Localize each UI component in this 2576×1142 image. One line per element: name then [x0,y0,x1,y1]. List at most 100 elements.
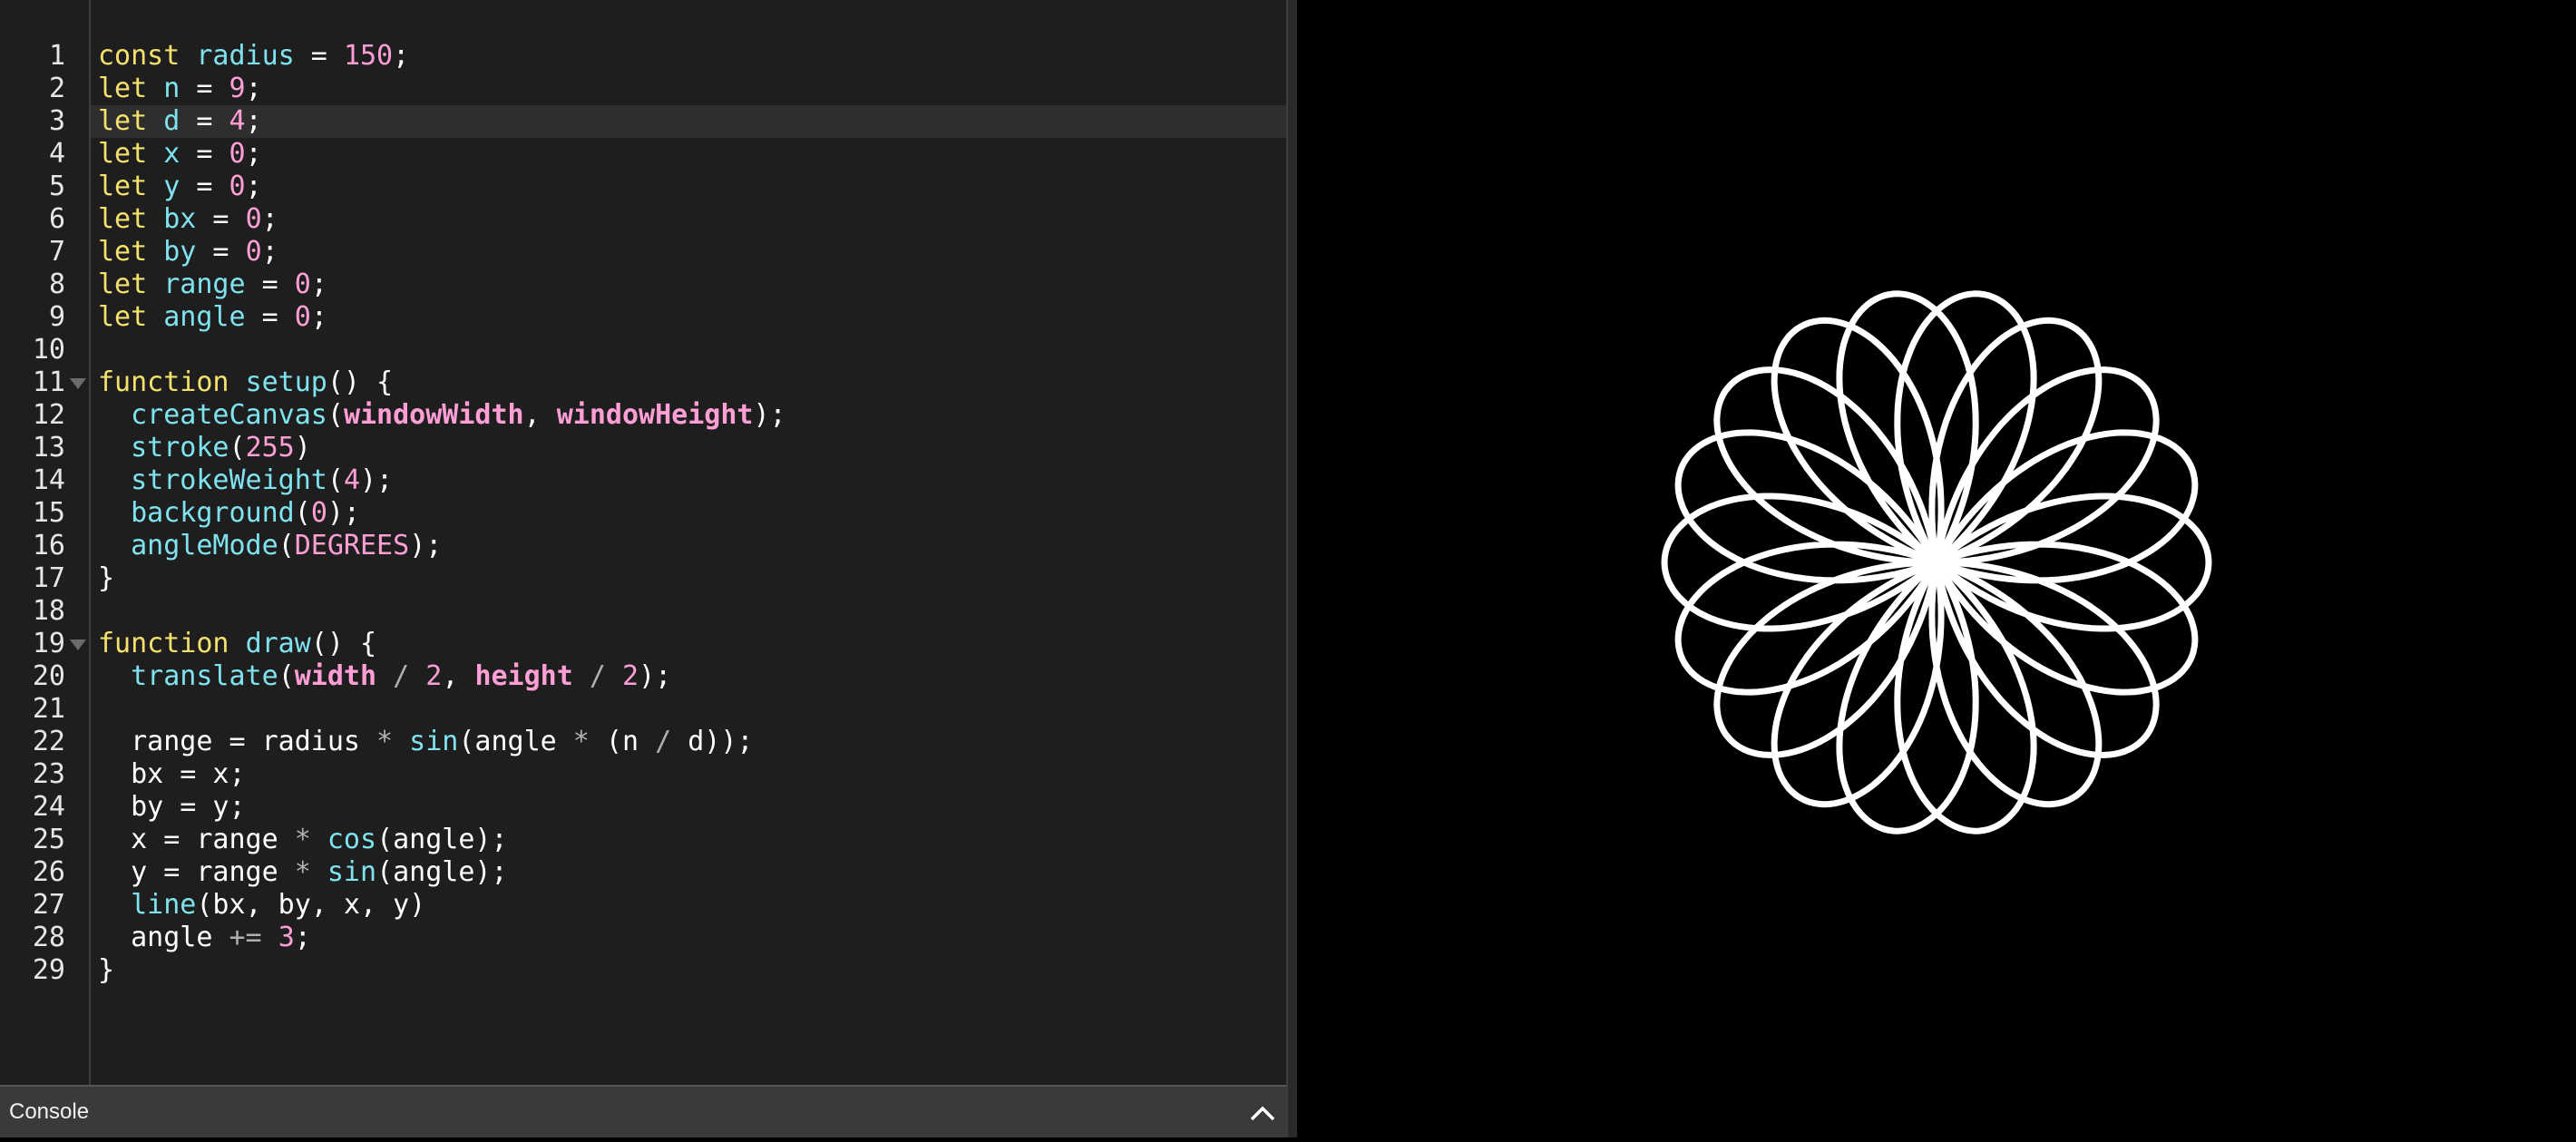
code-content[interactable]: const radius = 150; let n = 9; let d = 4… [98,40,786,987]
line-number: 1 [48,40,65,72]
chevron-up-icon[interactable] [1244,1099,1281,1127]
code-token: DEGREES [294,530,410,561]
code-token: 4 [343,464,360,496]
code-line[interactable]: let d = 4; [98,105,262,137]
code-token: function [98,366,229,398]
code-token: ; [245,171,262,202]
line-number: 23 [32,758,65,790]
code-token: ( [229,432,246,464]
code-token: windowWidth [343,399,524,431]
code-token: = [180,73,229,104]
line-number: 26 [32,856,65,888]
code-token: = [180,138,229,170]
code-token: ( [294,497,311,529]
code-line[interactable]: translate(width / 2, height / 2); [98,660,671,692]
code-line[interactable]: y = range * sin(angle); [98,856,507,888]
line-number: 13 [32,432,65,464]
code-token: (angle [458,726,573,757]
code-line[interactable]: line(bx, by, x, y) [98,889,425,921]
code-token: draw [245,628,311,659]
code-editor[interactable]: 1 2 3 4 5 6 7 8 9 10 11 12 13 14 15 16 1… [0,0,1286,1085]
code-line[interactable]: let range = 0; [98,268,327,300]
code-line[interactable]: let y = 0; [98,171,262,202]
code-token: ); [409,530,443,561]
code-token: * [294,856,311,888]
code-token: = [196,236,246,268]
code-token: 2 [622,660,639,692]
code-line[interactable]: angle += 3; [98,922,311,953]
fold-arrow-icon[interactable] [70,378,86,389]
code-token: / [572,660,622,692]
code-line[interactable]: let bx = 0; [98,203,278,235]
line-number: 5 [48,171,65,202]
rose-curve-canvas [1661,290,2212,835]
pane-divider[interactable] [1286,0,1297,1137]
line-number: 16 [32,530,65,561]
code-token: let [98,268,148,300]
code-token: angle [163,301,246,333]
code-token: setup [245,366,327,398]
code-token: = [245,301,295,333]
code-line[interactable]: by = y; [98,791,245,823]
code-token: , [442,660,475,692]
code-token: const [98,40,181,72]
code-line[interactable]: background(0); [98,497,360,529]
code-token: d)); [671,726,754,757]
code-line[interactable]: angleMode(DEGREES); [98,530,442,561]
code-token: angle [98,922,229,953]
code-line[interactable]: } [98,954,114,986]
code-token: bx [163,203,197,235]
line-number: 25 [32,824,65,855]
code-token: ; [245,73,262,104]
code-line[interactable]: let n = 9; [98,73,262,104]
code-token: ; [245,138,262,170]
line-number-gutter: 1 2 3 4 5 6 7 8 9 10 11 12 13 14 15 16 1… [0,0,91,1085]
fold-arrow-icon[interactable] [70,639,86,650]
code-token: width [294,660,377,692]
code-token: stroke [131,432,229,464]
code-token: let [98,203,148,235]
code-line[interactable]: range = radius * sin(angle * (n / d)); [98,726,753,757]
code-line[interactable]: const radius = 150; [98,40,409,72]
console-title: Console [9,1099,90,1124]
code-line[interactable]: strokeWeight(4); [98,464,393,496]
line-number: 8 [48,268,65,300]
code-line[interactable]: function setup() { [98,366,393,398]
sketch-preview [1297,0,2576,1137]
code-token: bx = x; [98,758,246,790]
code-line[interactable]: let by = 0; [98,236,278,268]
code-token: y [163,171,181,202]
code-line[interactable]: stroke(255) [98,432,311,464]
code-token: ) [294,432,311,464]
code-token: d [163,105,181,137]
code-token: by [163,236,197,268]
code-line[interactable]: let angle = 0; [98,301,327,333]
code-line[interactable]: x = range * cos(angle); [98,824,507,855]
code-token: range = radius [98,726,377,757]
rose-curve [1661,290,2212,835]
code-token: let [98,73,148,104]
code-token: function [98,628,229,659]
code-line[interactable]: } [98,562,114,594]
code-token: 3 [278,922,295,953]
line-number: 22 [32,726,65,757]
code-line[interactable]: createCanvas(windowWidth, windowHeight); [98,399,786,431]
code-token: ; [261,236,278,268]
code-token: 9 [229,73,246,104]
code-token: , [523,399,557,431]
code-line[interactable]: bx = x; [98,758,246,790]
code-line[interactable]: function draw() { [98,628,376,659]
code-line[interactable]: let x = 0; [98,138,262,170]
code-token: = [294,40,344,72]
code-token: ( [278,660,295,692]
line-number: 12 [32,399,65,431]
console-bar[interactable]: Console [0,1085,1286,1137]
